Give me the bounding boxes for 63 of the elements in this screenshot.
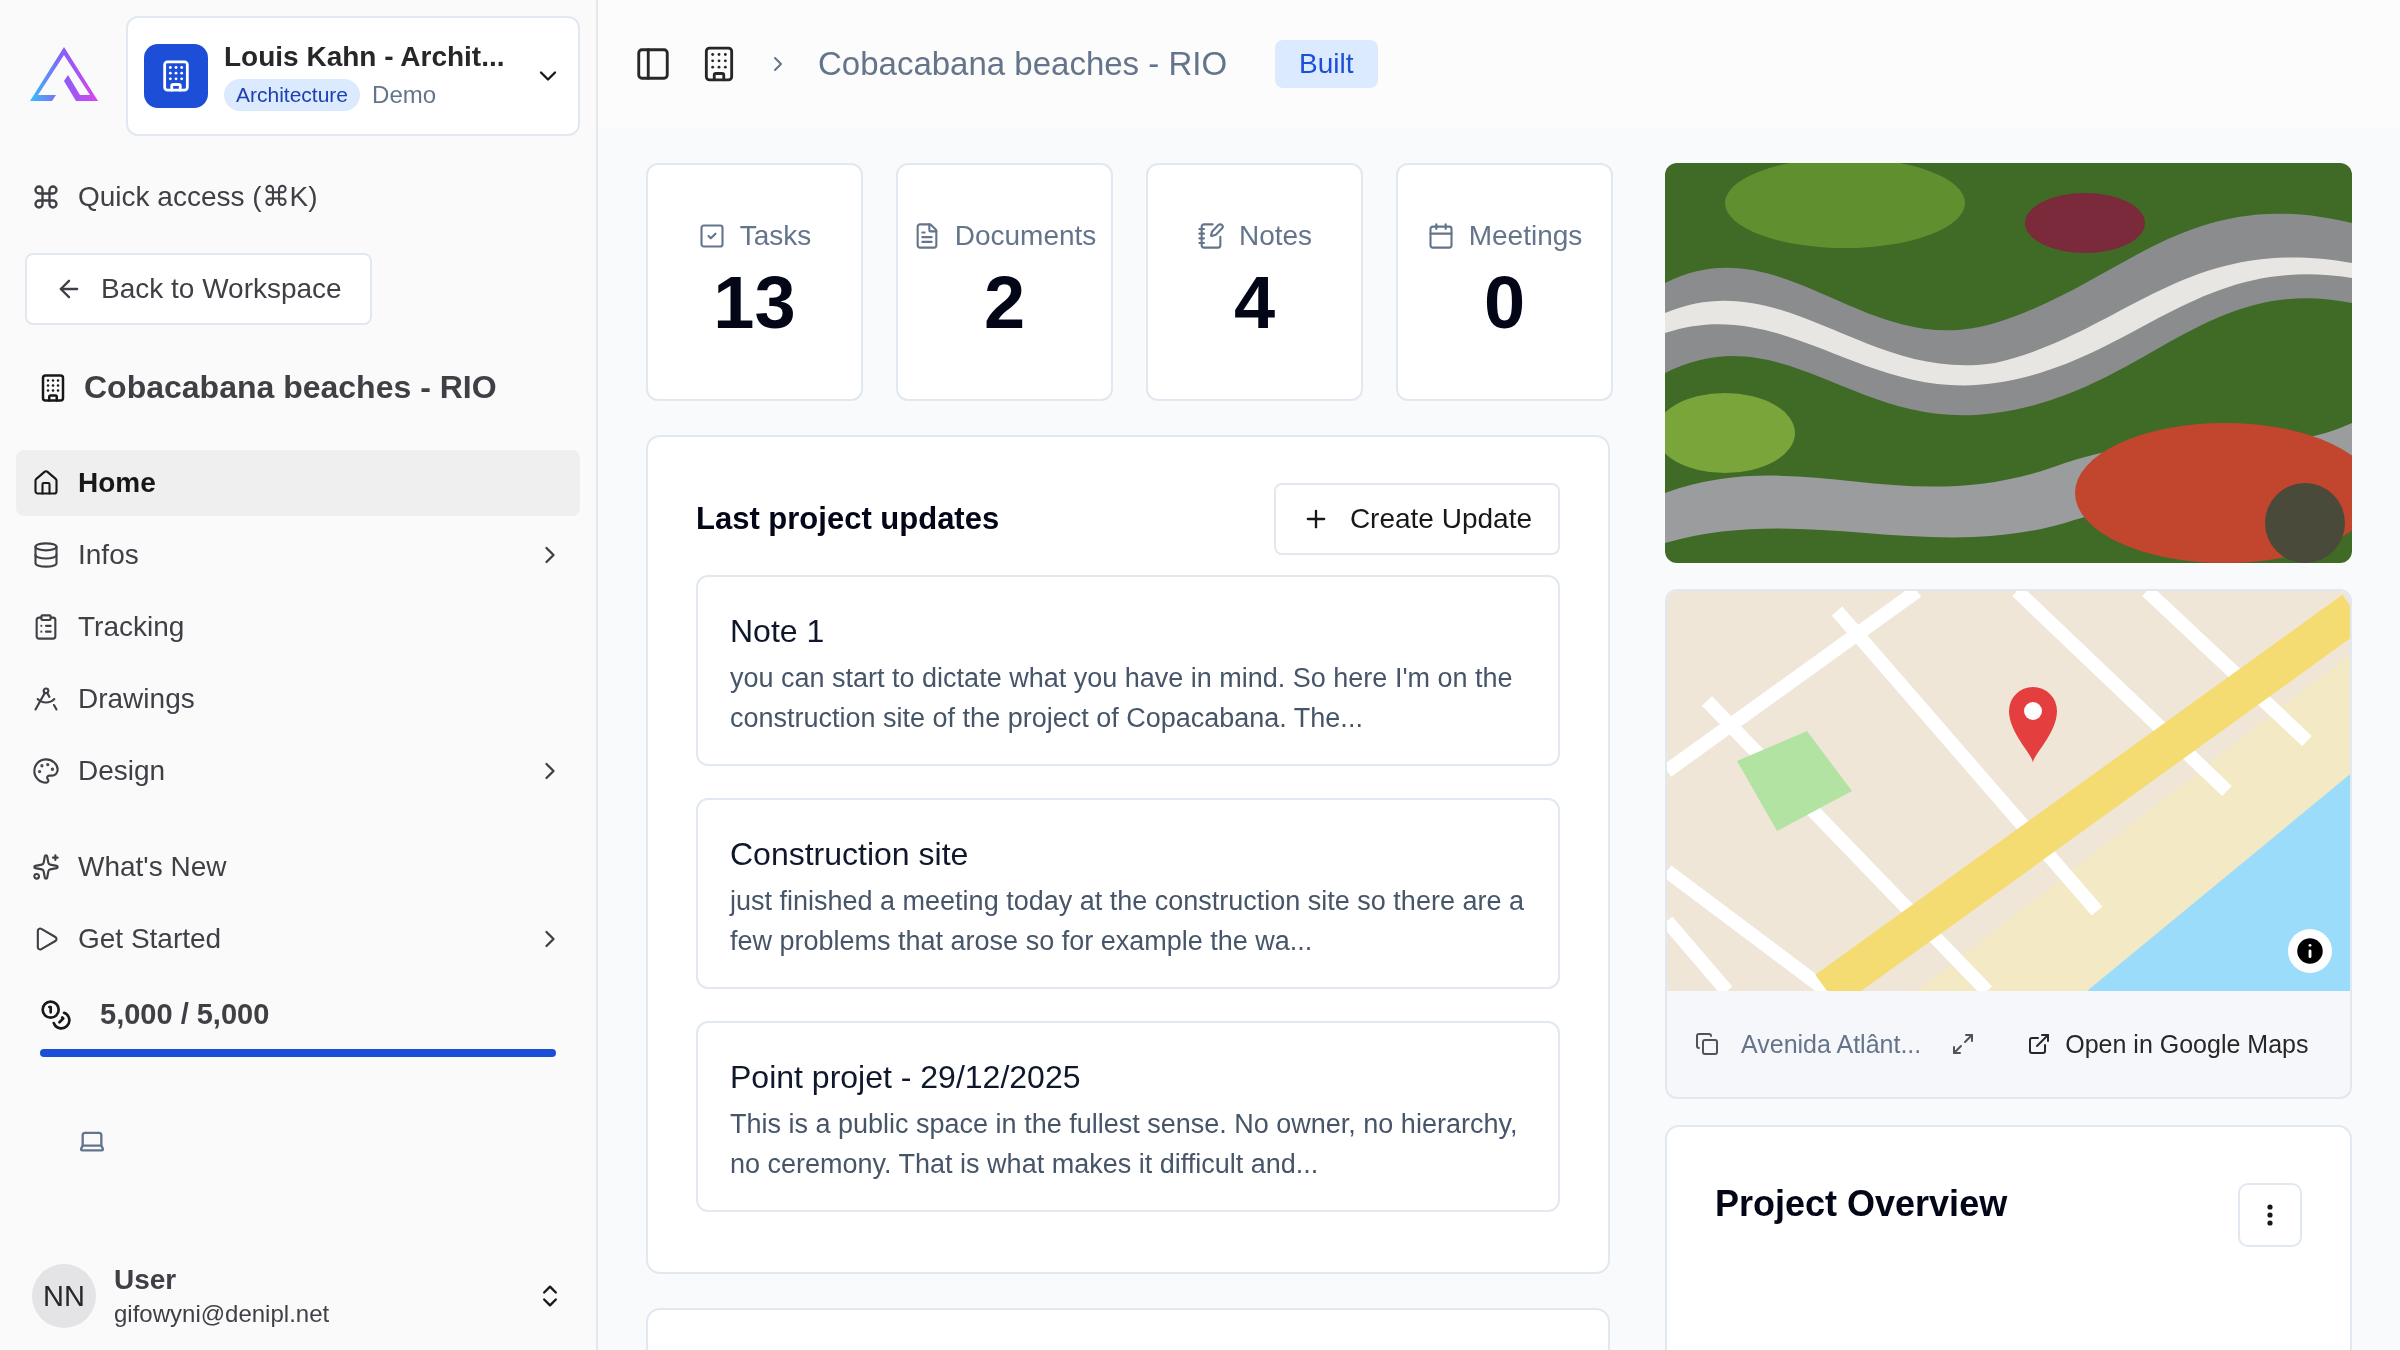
update-card[interactable]: Construction site just finished a meeting today at the construction site so there are a few problems that arose so for example the wa...	[696, 798, 1560, 989]
address-text: Avenida Atlânt...	[1741, 1029, 1922, 1059]
update-text: just finished a meeting today at the construction site so there are a few problems that arose so for example the wa...	[730, 885, 1525, 958]
compass-icon	[32, 685, 60, 713]
more-icon	[2267, 1204, 2273, 1226]
expand-icon[interactable]	[1951, 1032, 1976, 1056]
external-link-icon	[2027, 1032, 2052, 1056]
category-tag: Architecture	[224, 79, 361, 111]
quick-access-link[interactable]: Quick access (⌘K)	[78, 180, 318, 213]
update-text: you can start to dictate what you have in mind. So here I'm on the construction site of the project of Copacabana. The...	[730, 662, 1514, 735]
copy-icon[interactable]	[1695, 1032, 1719, 1056]
sidebar-toggle-icon[interactable]	[634, 45, 672, 83]
update-title: Construction site	[730, 836, 970, 873]
credits-count: 5,000 / 5,000	[100, 998, 270, 1031]
stat-label: Tasks	[739, 219, 812, 252]
create-update-button[interactable]: Create Update	[1273, 483, 1560, 555]
stat-value: 2	[983, 259, 1026, 345]
breadcrumb-title: Cobacabana beaches - RIO	[818, 45, 1228, 83]
plan-label: Demo	[372, 81, 437, 109]
workspace-switcher[interactable]: Louis Kahn - Archit... Architecture Demo	[126, 16, 580, 136]
google-maps-link[interactable]: Open in Google Maps	[2027, 1029, 2309, 1059]
user-name: User	[114, 1264, 178, 1296]
stat-card[interactable]: Meetings 0	[1396, 163, 1613, 401]
stat-card[interactable]: Tasks 13	[646, 163, 863, 401]
section-title: Last project updates	[696, 501, 1000, 537]
building-icon	[144, 44, 208, 108]
stat-label: Documents	[954, 219, 1097, 252]
stat-card[interactable]: Notes 4	[1146, 163, 1363, 401]
nav-item[interactable]: Home	[16, 450, 580, 516]
stat-card[interactable]: Documents 2	[896, 163, 1113, 401]
stat-label: Notes	[1238, 219, 1313, 252]
nav-item[interactable]: What's New	[16, 834, 580, 900]
update-card[interactable]: Note 1 you can start to dictate what you have in mind. So here I'm on the construction site of the project of Copacabana. The...	[696, 575, 1560, 766]
database-icon	[32, 541, 60, 569]
section-title: Project Overview	[1715, 1183, 2008, 1225]
nav-item[interactable]: Drawings	[16, 666, 580, 732]
home-icon	[32, 469, 60, 497]
update-title: Point projet - 29/12/2025	[730, 1059, 1082, 1096]
checkbox-icon	[697, 221, 726, 250]
user-email: gifowyni@denipl.net	[114, 1300, 331, 1328]
nav-item[interactable]: Get Started	[16, 906, 580, 972]
back-button[interactable]: Back to Workspace	[25, 253, 372, 325]
update-card[interactable]: Point projet - 29/12/2025 This is a public space in the fullest sense. No owner, no hierarchy, no ceremony. That is what makes it difficult and...	[696, 1021, 1560, 1212]
calendar-icon	[1426, 221, 1455, 250]
stat-value: 0	[1483, 259, 1526, 345]
stat-label: Meetings	[1468, 219, 1583, 252]
user-menu[interactable]: NN User gifowyni@denipl.net	[16, 1264, 580, 1328]
nav-item[interactable]: Design	[16, 738, 580, 804]
workspace-name: Louis Kahn - Archit...	[224, 41, 506, 73]
status-badge: Built	[1275, 40, 1378, 88]
notebook-icon	[1196, 221, 1225, 250]
avatar: NN	[32, 1264, 96, 1328]
command-icon	[32, 182, 60, 211]
nav-item[interactable]: Tracking	[16, 594, 580, 660]
update-title: Note 1	[730, 613, 826, 650]
sparkles-icon	[32, 853, 60, 881]
nav-item[interactable]: Infos	[16, 522, 580, 588]
project-title: Cobacabana beaches - RIO	[84, 369, 497, 406]
stat-value: 4	[1233, 259, 1276, 345]
update-text: This is a public space in the fullest sense. No owner, no hierarchy, no ceremony. That is what makes it difficult and...	[730, 1108, 1519, 1181]
stat-value: 13	[713, 259, 796, 345]
coins-icon	[40, 998, 72, 1031]
palette-icon	[32, 757, 60, 785]
